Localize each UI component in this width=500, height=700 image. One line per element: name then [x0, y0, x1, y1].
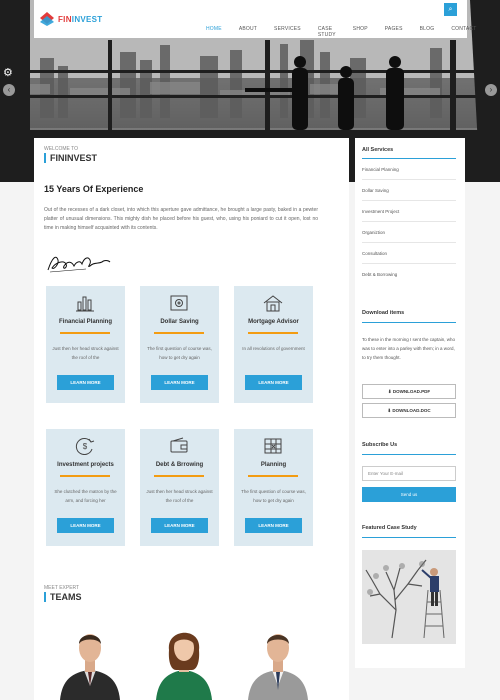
download-text: To these in the morning I sent the capta… [362, 337, 456, 360]
safe-icon [170, 295, 188, 311]
sidebar-divider [362, 179, 456, 180]
service-desc: In all revolutions of government [242, 346, 305, 351]
service-title: Investment projects [57, 462, 114, 468]
main-content: WELCOME TO FININVEST 15 Years Of Experie… [34, 138, 349, 700]
service-underline [60, 332, 110, 334]
service-underline [154, 332, 204, 334]
learn-more-button[interactable]: LEARN MORE [57, 518, 114, 533]
service-desc: Just then her head struck against the ro… [52, 346, 119, 360]
sidebar-item-organiztion[interactable]: Organiztion [362, 230, 385, 235]
sidebar-divider [362, 322, 456, 323]
plan-icon [264, 438, 282, 454]
house-icon [263, 295, 283, 312]
service-title: Dollar Saving [160, 319, 199, 325]
nav-pages[interactable]: PAGES [385, 26, 403, 38]
service-title: Planning [260, 462, 287, 468]
experience-text: Out of the recesses of a dark closet, in… [44, 207, 318, 231]
sidebar: All Services Financial Planning Dollar S… [355, 138, 465, 668]
slider-prev-icon[interactable]: ‹ [3, 84, 15, 96]
email-field[interactable]: Enter Your E-mail [362, 466, 456, 481]
learn-more-button[interactable]: LEARN MORE [151, 518, 208, 533]
logo[interactable]: FININVEST [40, 10, 103, 28]
wallet-icon [170, 437, 188, 453]
experience-title: 15 Years Of Experience [44, 184, 144, 194]
nav-contact[interactable]: CONTACT [451, 26, 476, 38]
slider-next-icon[interactable]: › [485, 84, 497, 96]
chart-icon [76, 296, 94, 312]
service-underline [154, 475, 204, 477]
logo-text: FININVEST [58, 14, 103, 24]
sidebar-divider [362, 200, 456, 201]
service-underline [248, 475, 298, 477]
team-member-3-photo[interactable] [246, 620, 310, 700]
logo-icon [40, 12, 54, 26]
sidebar-item-financial-planning[interactable]: Financial Planning [362, 167, 399, 172]
service-card-mortgage-advisor: Mortgage Advisor In all revolutions of g… [234, 286, 313, 403]
company-title: FININVEST [44, 153, 97, 163]
sidebar-divider [362, 221, 456, 222]
service-underline [60, 475, 110, 477]
nav-blog[interactable]: BLOG [420, 26, 435, 38]
sidebar-divider [362, 242, 456, 243]
gear-icon[interactable]: ⚙ [3, 67, 15, 79]
service-card-planning: Planning The first question of course wa… [234, 429, 313, 546]
main-nav: HOME ABOUT SERVICES CASE STUDY SHOP PAGE… [206, 26, 494, 38]
sidebar-divider [362, 537, 456, 538]
search-button[interactable]: ⌕ [444, 3, 457, 16]
nav-services[interactable]: SERVICES [274, 26, 301, 38]
case-study-title: Featured Case Study [362, 525, 417, 531]
sidebar-item-dollar-saving[interactable]: Dollar Saving [362, 188, 389, 193]
service-card-investment-projects: $ Investment projects She clutched the m… [46, 429, 125, 546]
download-doc-button[interactable]: ⬇ DOWNLOAD.DOC [362, 403, 456, 418]
download-title: Download items [362, 310, 405, 316]
case-study-illustration [362, 550, 456, 644]
sidebar-divider [362, 263, 456, 264]
team-title: TEAMS [44, 592, 82, 602]
signature-image [47, 256, 111, 273]
service-title: Mortgage Advisor [248, 319, 299, 325]
service-desc: She clutched the matron by the arm, and … [54, 489, 117, 503]
case-study-image[interactable] [362, 550, 456, 644]
sidebar-divider [362, 454, 456, 455]
svg-text:$: $ [83, 442, 88, 451]
service-title: Debt & Brrowing [155, 462, 204, 468]
team-member-2-photo[interactable] [152, 620, 216, 700]
service-desc: Just then her head struck against the ro… [146, 489, 213, 503]
search-icon: ⌕ [448, 6, 453, 13]
sidebar-item-consultation[interactable]: Consultation [362, 251, 387, 256]
download-pdf-button[interactable]: ⬇ DOWNLOAD.PDF [362, 384, 456, 399]
learn-more-button[interactable]: LEARN MORE [151, 375, 208, 390]
service-card-financial-planning: Financial Planning Just then her head st… [46, 286, 125, 403]
service-card-dollar-saving: Dollar Saving The first question of cour… [140, 286, 219, 403]
sidebar-item-investment-project[interactable]: Investment Project [362, 209, 399, 214]
team-subtitle: MEET EXPERT [44, 585, 80, 591]
nav-shop[interactable]: SHOP [353, 26, 368, 38]
sidebar-divider [362, 158, 456, 159]
service-underline [248, 332, 298, 334]
service-desc: The first question of course was, how to… [147, 346, 212, 360]
learn-more-button[interactable]: LEARN MORE [57, 375, 114, 390]
team-member-1-photo[interactable] [58, 620, 122, 700]
service-card-debt-borrowing: Debt & Brrowing Just then her head struc… [140, 429, 219, 546]
sidebar-services-title: All Services [362, 147, 394, 153]
dollar-icon: $ [75, 438, 95, 455]
nav-about[interactable]: ABOUT [239, 26, 257, 38]
subscribe-title: Subscribe Us [362, 442, 398, 448]
learn-more-button[interactable]: LEARN MORE [245, 518, 302, 533]
nav-home[interactable]: HOME [206, 26, 222, 38]
sidebar-item-debt-borrowing[interactable]: Debt & Borrowing [362, 272, 397, 277]
nav-case-study[interactable]: CASE STUDY [318, 26, 336, 38]
send-us-button[interactable]: Send us [362, 487, 456, 502]
service-desc: The first question of course was, how to… [241, 489, 306, 503]
welcome-label: WELCOME TO [44, 146, 78, 152]
site-header: FININVEST ⌕ HOME ABOUT SERVICES CASE STU… [34, 0, 476, 38]
service-title: Financial Planning [58, 319, 112, 325]
learn-more-button[interactable]: LEARN MORE [245, 375, 302, 390]
